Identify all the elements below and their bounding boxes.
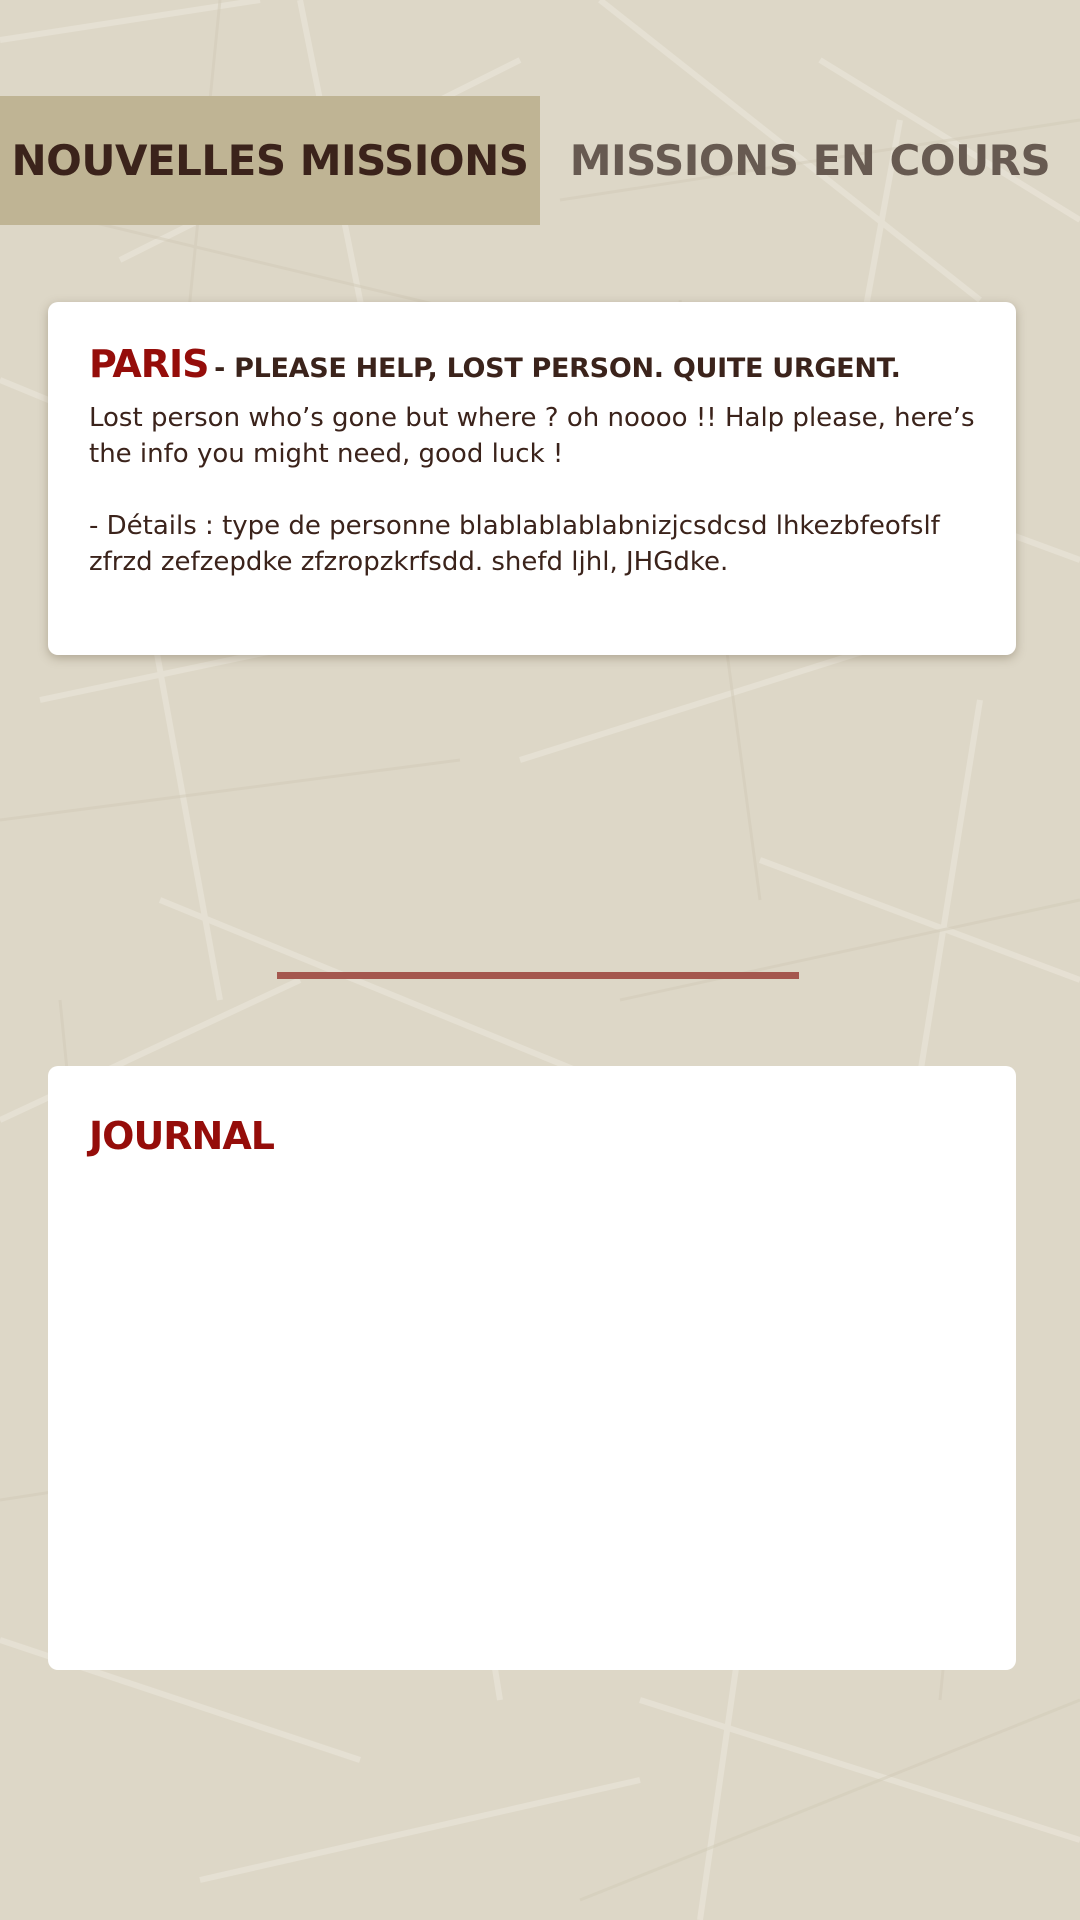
journal-title: Journal xyxy=(89,1114,275,1158)
tab-nouvelles-missions[interactable]: Nouvelles missions xyxy=(0,96,540,225)
journal-card: Journal xyxy=(48,1066,1016,1670)
mission-headline: - Please help, lost person. Quite urgent… xyxy=(214,353,901,384)
tab-missions-en-cours[interactable]: Missions en cours xyxy=(540,96,1080,225)
mission-title: Paris - Please help, lost person. Quite … xyxy=(89,342,989,386)
mission-tabs: Nouvelles missions Missions en cours xyxy=(0,96,1080,225)
mission-card[interactable]: Paris - Please help, lost person. Quite … xyxy=(48,302,1016,655)
mission-city: Paris xyxy=(89,342,210,386)
mission-body: Lost person who’s gone but where ? oh no… xyxy=(89,400,989,580)
mission-details: - Détails : type de personne blablablabl… xyxy=(89,511,940,577)
section-divider xyxy=(277,972,799,979)
mission-description: Lost person who’s gone but where ? oh no… xyxy=(89,403,975,469)
